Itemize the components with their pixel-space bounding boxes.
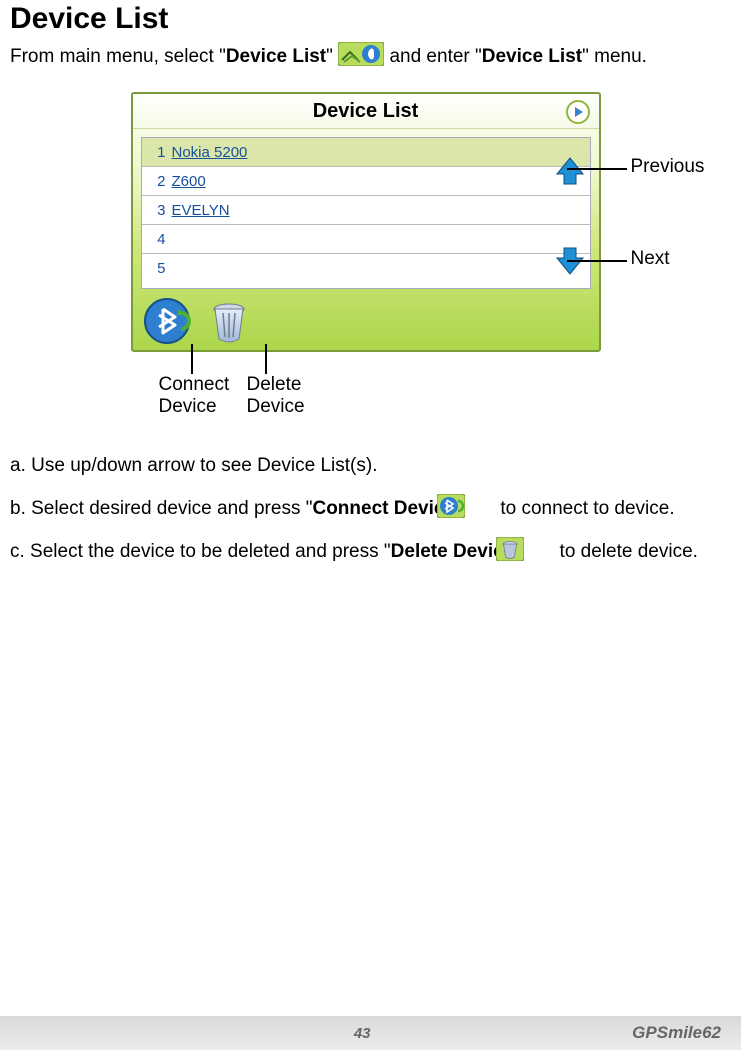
- step-c-pre: c. Select the device to be deleted and p…: [10, 541, 391, 562]
- list-item[interactable]: 3 EVELYN: [142, 196, 590, 225]
- step-b: b. Select desired device and press "Conn…: [10, 494, 731, 523]
- page-number: 43: [0, 1025, 381, 1042]
- list-item-name: Nokia 5200: [172, 144, 248, 161]
- device-list-screenshot: Device List 1 Nokia 5200 2 Z600: [131, 92, 601, 352]
- list-item[interactable]: 4: [142, 225, 590, 254]
- step-b-pre: b. Select desired device and press ": [10, 498, 312, 519]
- intro-mid: ": [326, 46, 338, 67]
- list-item[interactable]: 1 Nokia 5200: [142, 138, 590, 167]
- previous-arrow-button[interactable]: [555, 156, 585, 186]
- screenshot-titlebar: Device List: [133, 94, 599, 129]
- delete-device-label: Delete Device: [247, 374, 317, 418]
- list-item[interactable]: 2 Z600: [142, 167, 590, 196]
- screenshot-title: Device List: [313, 100, 419, 123]
- intro-bold-2: Device List: [482, 46, 582, 67]
- previous-label: Previous: [631, 156, 705, 178]
- list-item-number: 1: [142, 144, 166, 161]
- page-footer: 43 GPSmile62: [0, 1016, 741, 1050]
- page-title: Device List: [10, 2, 731, 36]
- callout-line: [265, 344, 267, 374]
- list-item[interactable]: 5: [142, 254, 590, 282]
- screenshot-bottom-toolbar: [133, 289, 599, 347]
- device-list-menu-icon: [338, 42, 384, 66]
- play-icon[interactable]: [565, 99, 591, 125]
- list-item-number: 4: [142, 231, 166, 248]
- intro-bold-1: Device List: [226, 46, 326, 67]
- intro-paragraph: From main menu, select "Device List" and…: [10, 42, 731, 70]
- connect-device-icon: [467, 494, 495, 518]
- delete-device-button[interactable]: [203, 295, 255, 347]
- step-c-post: to delete device.: [554, 541, 698, 562]
- connect-device-button[interactable]: [143, 295, 195, 347]
- delete-device-icon: [526, 537, 554, 561]
- instruction-steps: a. Use up/down arrow to see Device List(…: [10, 452, 731, 566]
- callout-line: [191, 344, 193, 374]
- step-b-post: to connect to device.: [495, 498, 675, 519]
- intro-after-icon: and enter ": [384, 46, 482, 67]
- footer-brand: GPSmile62: [632, 1023, 741, 1043]
- callout-line: [567, 168, 627, 170]
- intro-suffix: " menu.: [582, 46, 647, 67]
- screenshot-with-callouts: Device List 1 Nokia 5200 2 Z600: [11, 92, 731, 422]
- intro-prefix: From main menu, select ": [10, 46, 226, 67]
- list-item-number: 3: [142, 202, 166, 219]
- connect-device-label: Connect Device: [159, 374, 239, 418]
- list-item-number: 5: [142, 260, 166, 277]
- step-a: a. Use up/down arrow to see Device List(…: [10, 452, 731, 480]
- list-item-name: Z600: [172, 173, 206, 190]
- list-item-name: EVELYN: [172, 202, 230, 219]
- device-listbox[interactable]: 1 Nokia 5200 2 Z600 3 EVELYN 4 5: [141, 137, 591, 289]
- list-item-number: 2: [142, 173, 166, 190]
- callout-line: [567, 260, 627, 262]
- step-c: c. Select the device to be deleted and p…: [10, 537, 731, 566]
- step-b-bold: Connect Device: [312, 498, 455, 519]
- next-label: Next: [631, 248, 670, 270]
